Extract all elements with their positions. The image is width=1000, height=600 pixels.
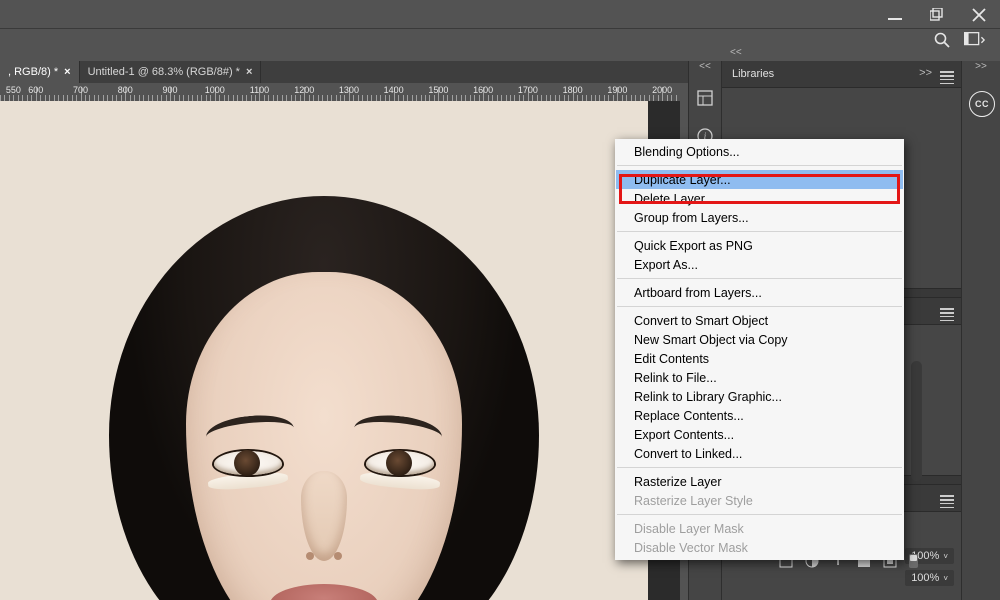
context-menu-item[interactable]: Relink to Library Graphic... (616, 387, 903, 406)
context-menu-item: Disable Layer Mask (616, 519, 903, 538)
panel-menu-icon[interactable] (940, 493, 954, 511)
workspace-switcher-icon[interactable] (964, 32, 986, 51)
ruler-tick-label: 1700 (513, 85, 543, 95)
libraries-tab[interactable]: Libraries (732, 68, 774, 80)
window-controls (888, 0, 986, 30)
filter-toggle-switch[interactable] (909, 554, 918, 568)
restore-icon[interactable] (930, 8, 944, 22)
expand-panels-icon[interactable]: << (689, 61, 721, 72)
collapse-panels-icon[interactable]: << (730, 47, 742, 58)
ruler-tick-label: 1400 (379, 85, 409, 95)
layer-fill-dropdown[interactable]: 100%˅ (905, 570, 954, 586)
context-menu-item[interactable]: Edit Contents (616, 349, 903, 368)
minimize-icon[interactable] (888, 8, 902, 22)
context-menu-separator (617, 231, 902, 232)
panel-menu-icon[interactable] (940, 306, 954, 324)
ruler-tick-label: 1800 (558, 85, 588, 95)
context-menu-separator (617, 514, 902, 515)
close-icon[interactable]: × (64, 66, 70, 78)
far-right-dock: >> CC (961, 61, 1000, 600)
horizontal-ruler[interactable]: 5506007008009001000110012001300140015001… (0, 83, 680, 101)
ruler-tick-label: 2000 (647, 85, 677, 95)
close-icon[interactable]: × (246, 66, 252, 78)
close-icon[interactable] (972, 8, 986, 22)
context-menu-item[interactable]: Relink to File... (616, 368, 903, 387)
menu-bar (0, 0, 1000, 28)
context-menu-separator (617, 467, 902, 468)
search-icon[interactable] (934, 32, 950, 51)
ruler-tick-label: 600 (21, 85, 51, 95)
context-menu-item[interactable]: Export Contents... (616, 425, 903, 444)
context-menu-item[interactable]: New Smart Object via Copy (616, 330, 903, 349)
ruler-tick-label: 1100 (244, 85, 274, 95)
panel-expand-icon[interactable]: >> (919, 67, 932, 79)
doc-tab-label: Untitled-1 @ 68.3% (RGB/8#) * (88, 66, 240, 78)
context-menu-item[interactable]: Duplicate Layer... (616, 170, 903, 189)
expand-dock-icon[interactable]: >> (962, 61, 1000, 72)
ruler-tick-label: 1300 (334, 85, 364, 95)
context-menu-item[interactable]: Group from Layers... (616, 208, 903, 227)
context-menu-item[interactable]: Export As... (616, 255, 903, 274)
doc-tab-label: , RGB/8) * (8, 66, 58, 78)
ruler-tick-label: 900 (155, 85, 185, 95)
ruler-tick-label: 800 (110, 85, 140, 95)
context-menu-item[interactable]: Blending Options... (616, 142, 903, 161)
ruler-tick-label: 1600 (468, 85, 498, 95)
context-menu-item[interactable]: Convert to Smart Object (616, 311, 903, 330)
ruler-tick-label: 1000 (200, 85, 230, 95)
context-menu-item: Disable Vector Mask (616, 538, 903, 557)
context-menu-item[interactable]: Quick Export as PNG (616, 236, 903, 255)
ruler-tick-label: 1200 (289, 85, 319, 95)
libraries-panel-header: << Libraries >> (722, 61, 962, 88)
creative-cloud-icon[interactable]: CC (969, 91, 995, 117)
history-panel-icon[interactable] (689, 89, 721, 107)
context-menu-separator (617, 278, 902, 279)
ruler-tick-label: 1500 (423, 85, 453, 95)
doc-tab-1[interactable]: , RGB/8) * × (0, 61, 80, 83)
options-bar (0, 28, 1000, 64)
context-menu-separator (617, 165, 902, 166)
context-menu-item[interactable]: Rasterize Layer (616, 472, 903, 491)
context-menu-item: Rasterize Layer Style (616, 491, 903, 510)
layer-context-menu: Blending Options... Duplicate Layer...Del… (615, 139, 904, 560)
ruler-tick-label: 1900 (602, 85, 632, 95)
context-menu-item[interactable]: Artboard from Layers... (616, 283, 903, 302)
context-menu-item[interactable]: Delete Layer (616, 189, 903, 208)
doc-tab-2[interactable]: Untitled-1 @ 68.3% (RGB/8#) * × (80, 61, 262, 83)
document-canvas[interactable] (0, 101, 648, 600)
ruler-tick-label: 700 (66, 85, 96, 95)
context-menu-separator (617, 306, 902, 307)
panel-menu-icon[interactable] (940, 69, 954, 87)
context-menu-item[interactable]: Replace Contents... (616, 406, 903, 425)
context-menu-item[interactable]: Convert to Linked... (616, 444, 903, 463)
panel-scrollbar[interactable] (911, 361, 922, 481)
